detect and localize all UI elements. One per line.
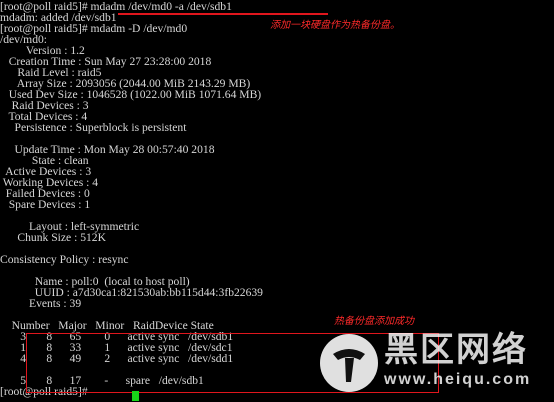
command-underline — [118, 13, 328, 15]
terminal-window[interactable]: [root@poll raid5]# mdadm /dev/md0 -a /de… — [0, 0, 554, 402]
annotation-spare-added: 热备份盘添加成功 — [334, 316, 414, 327]
terminal-cursor — [132, 391, 139, 401]
watermark-title: 黑区网络 — [384, 330, 528, 370]
annotation-add-spare: 添加一块硬盘作为热备份盘。 — [270, 20, 400, 31]
terminal-line: Persistence : Superblock is persistent — [0, 121, 187, 134]
watermark-url: www.heiqu.com — [384, 371, 532, 388]
terminal-line: Consistency Policy : resync — [0, 253, 129, 266]
terminal-line: Spare Devices : 1 — [0, 198, 91, 211]
terminal-line: Chunk Size : 512K — [0, 231, 106, 244]
watermark-logo-icon — [320, 334, 378, 392]
terminal-line: Events : 39 — [0, 297, 82, 310]
